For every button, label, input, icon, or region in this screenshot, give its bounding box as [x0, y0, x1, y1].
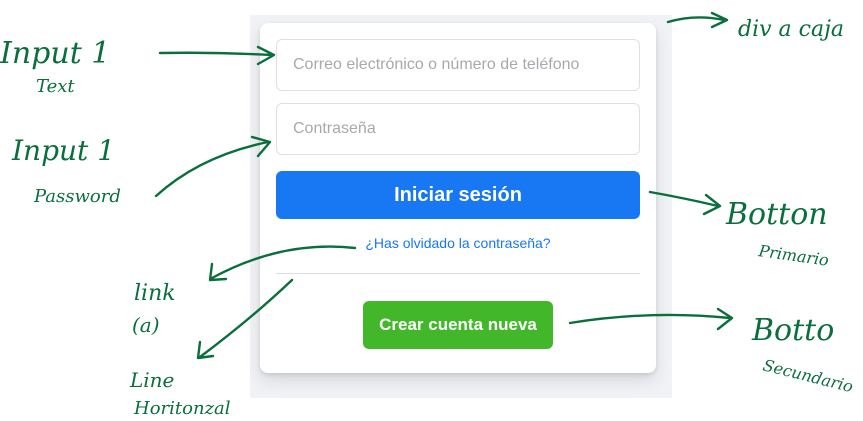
annotation-button-secondary-title: Botto: [751, 313, 834, 348]
annotation-input-text-title: Input 1: [0, 36, 110, 71]
annotation-button-primary-title: Botton: [725, 197, 828, 232]
login-card: Iniciar sesión ¿Has olvidado la contrase…: [260, 23, 656, 373]
annotation-input-text-sub: Text: [36, 76, 75, 97]
email-field[interactable]: [276, 39, 640, 91]
annotation-button-secondary-sub: Secundario: [761, 355, 855, 396]
password-field[interactable]: [276, 103, 640, 155]
annotation-link-title: link: [134, 281, 176, 306]
create-account-button[interactable]: Crear cuenta nueva: [363, 301, 553, 349]
annotation-div-box: div a caja: [738, 17, 844, 42]
annotation-line-sub: Horitonzal: [133, 398, 231, 419]
annotation-button-primary-sub: Primario: [756, 241, 830, 270]
annotation-input-password-title: Input 1: [11, 134, 115, 167]
forgot-password-link[interactable]: ¿Has olvidado la contraseña?: [260, 235, 656, 251]
annotation-link-sub: (a): [132, 313, 160, 337]
arrow-to-card: [666, 11, 729, 29]
login-button[interactable]: Iniciar sesión: [276, 171, 640, 219]
horizontal-divider: [276, 273, 640, 274]
annotation-line-title: Line: [129, 368, 174, 392]
annotation-input-password-sub: Password: [33, 186, 121, 207]
